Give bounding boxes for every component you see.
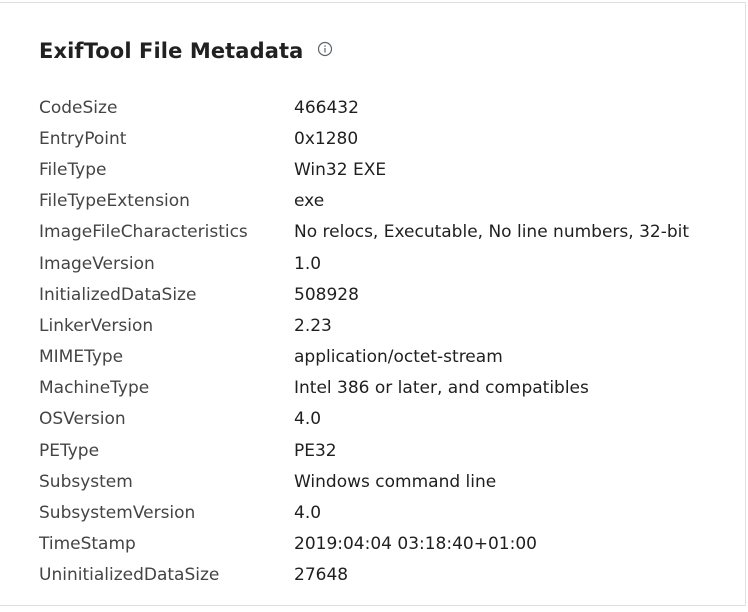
metadata-value: Intel 386 or later, and compatibles (294, 378, 589, 399)
metadata-row: ImageFileCharacteristics No relocs, Exec… (39, 217, 739, 248)
exiftool-metadata-panel: ExifTool File Metadata CodeSize 466432 E… (0, 2, 746, 606)
metadata-key: SubsystemVersion (39, 503, 196, 524)
metadata-value: 2019:04:04 03:18:40+01:00 (294, 534, 537, 555)
metadata-row: MIMEType application/octet-stream (39, 342, 739, 373)
metadata-value: Win32 EXE (294, 159, 387, 180)
metadata-row: PEType PE32 (39, 435, 739, 466)
metadata-value: application/octet-stream (294, 347, 503, 368)
metadata-key: CodeSize (39, 97, 118, 118)
metadata-value: PE32 (294, 440, 337, 461)
metadata-row: TimeStamp 2019:04:04 03:18:40+01:00 (39, 529, 739, 560)
metadata-key: FileTypeExtension (39, 191, 190, 212)
metadata-key: TimeStamp (39, 534, 136, 555)
metadata-key: Subsystem (39, 471, 133, 492)
metadata-value: 466432 (294, 97, 359, 118)
metadata-row: LinkerVersion 2.23 (39, 310, 739, 341)
metadata-key: MachineType (39, 378, 150, 399)
metadata-row: InitializedDataSize 508928 (39, 279, 739, 310)
info-circle-icon[interactable] (317, 41, 333, 57)
metadata-row: EntryPoint 0x1280 (39, 123, 739, 154)
metadata-row: SubsystemVersion 4.0 (39, 497, 739, 528)
metadata-value: Windows command line (294, 471, 497, 492)
metadata-row: FileType Win32 EXE (39, 154, 739, 185)
metadata-value: 1.0 (294, 253, 322, 274)
metadata-row: UninitializedDataSize 27648 (39, 560, 739, 591)
metadata-key: PEType (39, 440, 100, 461)
metadata-value: 27648 (294, 565, 349, 586)
metadata-key: LinkerVersion (39, 315, 154, 336)
metadata-value: 4.0 (294, 409, 322, 430)
metadata-row: MachineType Intel 386 or later, and comp… (39, 373, 739, 404)
metadata-key: FileType (39, 159, 107, 180)
metadata-key: OSVersion (39, 409, 126, 430)
metadata-row: FileTypeExtension exe (39, 186, 739, 217)
metadata-key: UninitializedDataSize (39, 565, 220, 586)
panel-header: ExifTool File Metadata (39, 39, 333, 63)
metadata-row: CodeSize 466432 (39, 92, 739, 123)
metadata-value: No relocs, Executable, No line numbers, … (294, 222, 690, 243)
metadata-value: 2.23 (294, 315, 332, 336)
metadata-row: ImageVersion 1.0 (39, 248, 739, 279)
panel-title: ExifTool File Metadata (39, 39, 304, 63)
metadata-key: EntryPoint (39, 128, 127, 149)
metadata-key: ImageVersion (39, 253, 155, 274)
metadata-value: 4.0 (294, 503, 322, 524)
metadata-row: OSVersion 4.0 (39, 404, 739, 435)
metadata-key: InitializedDataSize (39, 284, 197, 305)
metadata-list: CodeSize 466432 EntryPoint 0x1280 FileTy… (39, 92, 739, 591)
metadata-key: ImageFileCharacteristics (39, 222, 248, 243)
metadata-value: 508928 (294, 284, 359, 305)
metadata-value: exe (294, 191, 325, 212)
metadata-key: MIMEType (39, 347, 124, 368)
metadata-value: 0x1280 (294, 128, 359, 149)
metadata-row: Subsystem Windows command line (39, 466, 739, 497)
